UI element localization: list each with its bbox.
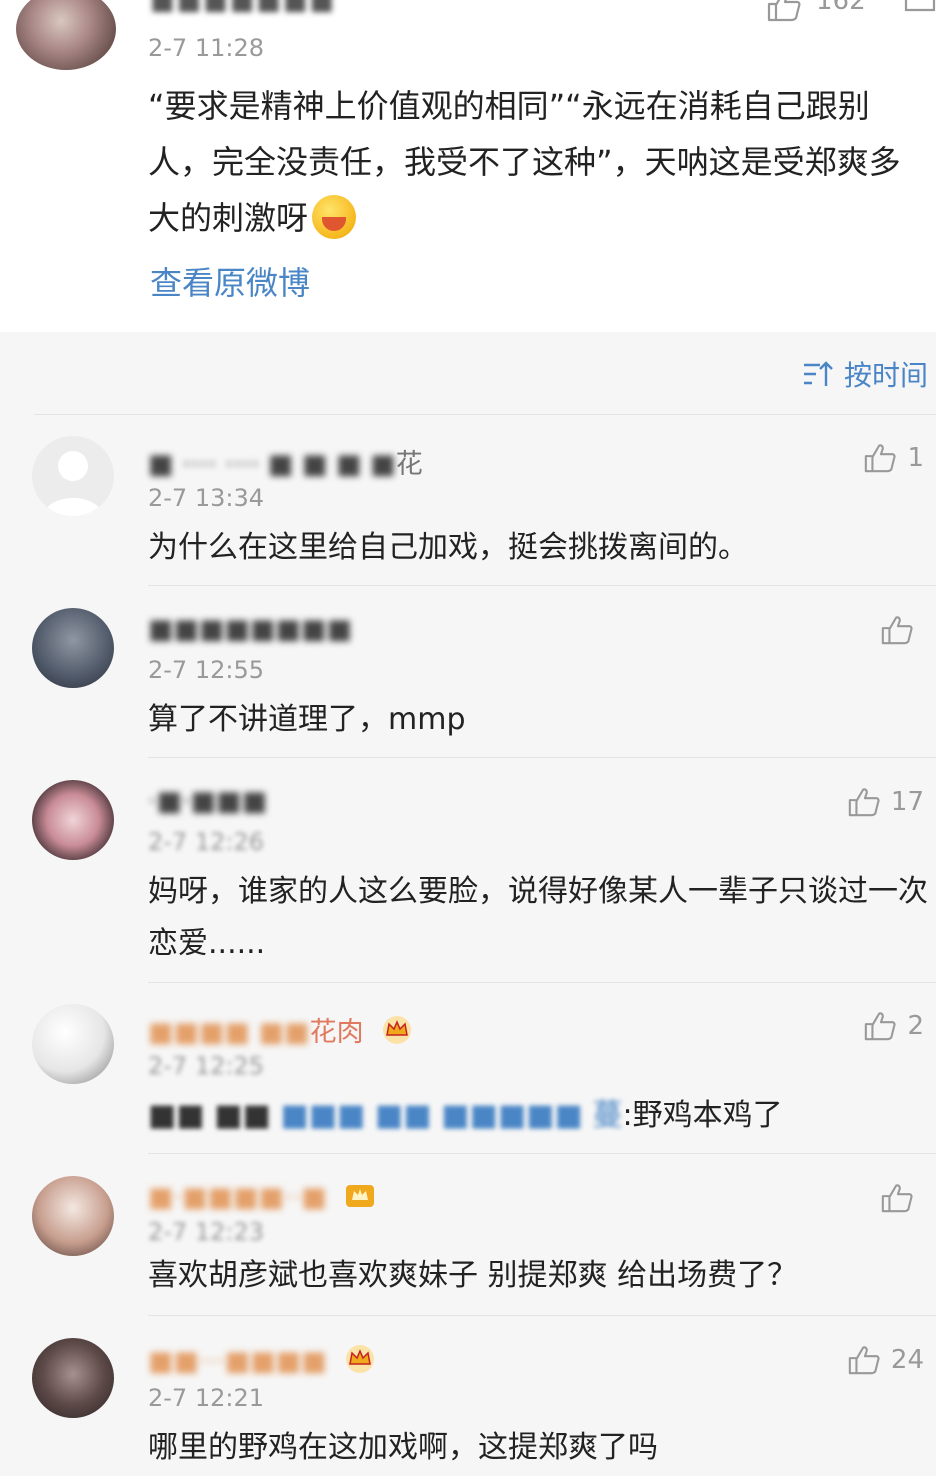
username[interactable]: ■■···■■■■ (148, 1344, 377, 1377)
timestamp: 2-7 12:55 (148, 656, 264, 684)
divider (148, 1153, 936, 1154)
comment-text: “要求是精神上价值观的相同”“永远在消耗自己跟别人，完全没责任，我受不了这种”，… (148, 78, 928, 246)
comment-text-body: “要求是精神上价值观的相同”“永远在消耗自己跟别人，完全没责任，我受不了这种”，… (148, 87, 901, 237)
timestamp: 2-7 11:28 (148, 34, 264, 62)
divider (148, 1315, 936, 1316)
comment-icon[interactable] (900, 0, 936, 18)
comment-item: ■■■■■■■■ 2-7 12:55 算了不讲道理了，mmp (0, 606, 936, 758)
vip-crown-icon (383, 1016, 412, 1044)
comment-item: ■ ···· ···· ■ ■ ■ ■ 花 2-7 13:34 为什么在这里给自… (0, 434, 936, 586)
like-count: 24 (890, 1345, 924, 1375)
comment-text: 妈呀，谁家的人这么要脸，说得好像某人一辈子只谈过一次恋爱...... (148, 874, 928, 961)
yum-emoji-icon (312, 195, 357, 239)
comment-text: 为什么在这里给自己加戏，挺会挑拨离间的。 (148, 530, 748, 565)
divider (34, 414, 936, 415)
default-avatar-icon (44, 451, 102, 516)
vip-crown-icon (346, 1345, 375, 1373)
timestamp: 2-7 12:26 (148, 828, 264, 856)
username[interactable]: ■ ···· ···· ■ ■ ■ ■ 花 (148, 442, 423, 481)
thumbs-up-icon (767, 0, 801, 22)
thumbs-up-icon (848, 1346, 880, 1375)
like-count: 17 (890, 787, 924, 817)
username-blurred: ■■···■■■■ (148, 1346, 327, 1377)
sort-icon (803, 361, 833, 386)
comment-text: ■■ ■■ ■■■ ■■ ■■■■■ 蔓:野鸡本鸡了 (148, 1090, 928, 1142)
like-count: 2 (907, 1011, 924, 1041)
thumbs-up-icon (881, 616, 913, 645)
avatar[interactable] (32, 608, 114, 688)
timestamp: 2-7 12:25 (148, 1052, 264, 1080)
comment-item: ■·■■■■··■ 2-7 12:23 喜欢胡彦斌也喜欢爽妹子 别提郑爽 给出场… (0, 1174, 936, 1316)
comment-text-body: :野鸡本鸡了 (622, 1098, 783, 1133)
mention-link[interactable]: ■■■ ■■ ■■■■■ 蔓 (280, 1090, 622, 1142)
like-count: 162 (816, 0, 866, 16)
username[interactable]: ■■■■ ■■花肉 (148, 1010, 414, 1049)
like-button[interactable]: 24 (847, 1344, 924, 1376)
mention-blurred: ■■ ■■ (148, 1098, 271, 1133)
thumbs-up-icon (881, 1184, 913, 1213)
username-blurred: ■·■■■■··■ (148, 1182, 327, 1213)
username[interactable]: ■■■■■■■ (150, 0, 336, 16)
thumbs-up-icon (865, 444, 897, 473)
sort-by-time-button[interactable]: 按时间 (802, 354, 928, 394)
username[interactable]: ■·■■■■··■ (148, 1180, 377, 1213)
divider (148, 757, 936, 758)
avatar[interactable] (16, 0, 116, 70)
username-blurred: ·■·■■■ (148, 786, 268, 817)
comment-text: 哪里的野鸡在这加戏啊，这提郑爽了吗 (148, 1430, 658, 1465)
username-blurred: ■ ···· ···· ■ ■ ■ ■ (148, 449, 396, 480)
vip-badge-icon (346, 1185, 375, 1207)
thumbs-up-icon (865, 1012, 897, 1041)
username-visible: 花肉 (309, 1017, 364, 1048)
avatar[interactable] (32, 1176, 114, 1256)
avatar[interactable] (32, 436, 114, 516)
avatar[interactable] (32, 1338, 114, 1418)
username-blurred: ■■■■ ■■ (148, 1017, 310, 1048)
original-comment: ■■■■■■■ 2-7 11:28 162 “要求是精神上价值观的相同”“永远在… (0, 0, 936, 332)
username-visible: 花 (395, 449, 423, 480)
like-button[interactable]: 17 (847, 786, 924, 818)
comment-text: 喜欢胡彦斌也喜欢爽妹子 别提郑爽 给出场费了？ (148, 1258, 798, 1293)
timestamp: 2-7 12:23 (148, 1218, 264, 1246)
divider (148, 585, 936, 586)
like-count: 1 (907, 443, 924, 473)
username[interactable]: ·■·■■■ (148, 786, 267, 817)
avatar[interactable] (32, 780, 114, 860)
like-button[interactable] (880, 1182, 924, 1214)
avatar[interactable] (32, 1004, 114, 1084)
comment-item: ■■■■ ■■花肉 2-7 12:25 ■■ ■■ ■■■ ■■ ■■■■■ 蔓… (0, 1002, 936, 1154)
timestamp: 2-7 12:21 (148, 1384, 264, 1412)
like-button[interactable]: 2 (863, 1010, 924, 1042)
comment-item: ·■·■■■ 2-7 12:26 妈呀，谁家的人这么要脸，说得好像某人一辈子只谈… (0, 778, 936, 984)
sort-label: 按时间 (843, 359, 928, 392)
view-original-link[interactable]: 查看原微博 (150, 258, 310, 304)
thumbs-up-icon (848, 788, 880, 817)
divider (148, 982, 936, 983)
comment-item: ■■···■■■■ 2-7 12:21 哪里的野鸡在这加戏啊，这提郑爽了吗 24 (0, 1336, 936, 1476)
timestamp: 2-7 13:34 (148, 484, 264, 512)
like-button[interactable] (880, 614, 924, 646)
username-blurred: ■■■■■■■■ (148, 614, 353, 645)
comment-text: 算了不讲道理了，mmp (148, 702, 466, 737)
username[interactable]: ■■■■■■■■ (148, 614, 352, 645)
like-button[interactable]: 1 (863, 442, 924, 474)
